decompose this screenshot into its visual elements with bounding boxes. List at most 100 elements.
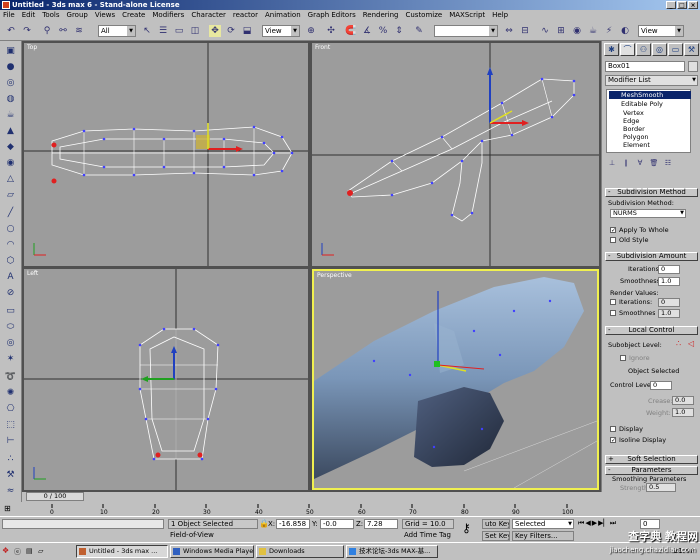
menu-animation[interactable]: Animation	[265, 10, 301, 21]
bind-space-warp-icon[interactable]: ≋	[72, 24, 86, 38]
apply-to-whole-checkbox[interactable]: ✓	[610, 227, 616, 234]
pin-stack-icon[interactable]: ⊥	[606, 157, 618, 169]
modify-tab-icon[interactable]: ⌒	[620, 43, 635, 56]
maximize-button[interactable]: □	[677, 1, 687, 9]
render-type-select[interactable]: View ▼	[638, 25, 684, 37]
modifier-list-select[interactable]: Modifier List ▼	[605, 75, 698, 86]
stack-item-meshsmooth[interactable]: MeshSmooth	[609, 91, 691, 99]
menu-help[interactable]: Help	[492, 10, 508, 21]
select-and-rotate-icon[interactable]: ⟳	[224, 24, 238, 38]
subdivision-method-select[interactable]: NURMS ▼	[610, 209, 686, 218]
stack-item-editable-poly[interactable]: Editable Poly	[609, 100, 663, 108]
time-slider[interactable]: 0 / 100	[26, 492, 84, 501]
rollout-local-control[interactable]: - Local Control	[605, 326, 698, 335]
render-scene-icon[interactable]: ☕	[586, 24, 600, 38]
key-filters-button[interactable]: Key Filters...	[512, 531, 574, 541]
quick-render-icon[interactable]: ⚡	[602, 24, 616, 38]
stack-item-border[interactable]: Border	[623, 125, 645, 133]
select-and-scale-icon[interactable]: ⬓	[240, 24, 254, 38]
unlink-icon[interactable]: ⚯	[56, 24, 70, 38]
mirror-icon[interactable]: ⇔	[502, 24, 516, 38]
helix-icon[interactable]: ➰	[3, 371, 18, 384]
menu-maxscript[interactable]: MAXScript	[449, 10, 485, 21]
particle-icon[interactable]: ∴	[3, 453, 18, 466]
star-icon[interactable]: ✶	[3, 353, 18, 366]
menu-reactor[interactable]: reactor	[233, 10, 258, 21]
dummy-icon[interactable]: ⬚	[3, 419, 18, 432]
select-by-name-icon[interactable]: ☰	[156, 24, 170, 38]
rollout-soft-selection[interactable]: + Soft Selection	[605, 455, 698, 464]
render-smoothness-checkbox[interactable]	[610, 310, 616, 316]
ngon-icon[interactable]: ⬡	[3, 255, 18, 268]
quick-launch-folder-icon[interactable]: ▱	[38, 547, 43, 555]
go-to-start-icon[interactable]: ⏮	[578, 519, 584, 529]
camera-icon[interactable]: ⎔	[3, 403, 18, 416]
box-icon[interactable]: ▣	[3, 45, 18, 58]
cylinder-icon[interactable]: ◎	[3, 77, 18, 90]
play-icon[interactable]: ▶	[592, 519, 597, 529]
selection-filter-select[interactable]: All ▼	[98, 25, 136, 37]
cone-icon[interactable]: ▲	[3, 125, 18, 138]
window-crossing-icon[interactable]: ◫	[188, 24, 202, 38]
remove-modifier-icon[interactable]: 🗑	[648, 157, 660, 169]
iterations-spinner[interactable]: 0	[658, 265, 680, 274]
strength-spinner[interactable]: 0.5	[646, 483, 676, 492]
schematic-view-icon[interactable]: ⊞	[554, 24, 568, 38]
set-key-filter-icon[interactable]: ⊞	[4, 504, 11, 513]
isoline-display-checkbox[interactable]: ✓	[610, 437, 616, 444]
show-end-result-icon[interactable]: ∥	[620, 157, 632, 169]
edge-level-icon[interactable]: ◁	[688, 340, 694, 348]
geosphere-icon[interactable]: ◆	[3, 141, 18, 154]
named-selection-icon[interactable]: ✎	[412, 24, 426, 38]
select-and-manipulate-icon[interactable]: ✣	[324, 24, 338, 38]
select-and-link-icon[interactable]: ⚲	[40, 24, 54, 38]
teapot-icon[interactable]: ☕	[3, 109, 18, 122]
menu-file[interactable]: File	[3, 10, 15, 21]
sphere-icon[interactable]: ●	[3, 61, 18, 74]
snap-toggle-icon[interactable]: 🧲	[344, 24, 358, 38]
render-smoothness-spinner[interactable]: 1.0	[658, 309, 680, 318]
pivot-center-icon[interactable]: ⊕	[304, 24, 318, 38]
control-level-spinner[interactable]: 0	[650, 381, 672, 390]
curve-editor-icon[interactable]: ∿	[538, 24, 552, 38]
motion-tab-icon[interactable]: ◎	[652, 43, 667, 56]
set-key-button[interactable]: Set Key	[482, 531, 510, 541]
next-frame-icon[interactable]: ▶▏	[598, 519, 609, 529]
torus-icon[interactable]: ◍	[3, 93, 18, 106]
app-icon[interactable]	[2, 1, 10, 9]
stack-item-polygon[interactable]: Polygon	[623, 133, 649, 141]
stack-item-edge[interactable]: Edge	[623, 117, 639, 125]
menu-create[interactable]: Create	[122, 10, 145, 21]
menu-character[interactable]: Character	[191, 10, 226, 21]
circle-icon[interactable]: ○	[3, 223, 18, 236]
task-media-player[interactable]: Windows Media Player	[170, 545, 254, 558]
smoothness-spinner[interactable]: 1.0	[658, 277, 680, 286]
rectangle-icon[interactable]: ▭	[3, 305, 18, 318]
reference-coordinate-select[interactable]: View ▼	[262, 25, 300, 37]
rectangular-selection-icon[interactable]: ▭	[172, 24, 186, 38]
select-and-move-icon[interactable]: ✥	[208, 24, 222, 38]
render-iterations-checkbox[interactable]	[610, 299, 616, 305]
stack-item-vertex[interactable]: Vertex	[623, 109, 644, 117]
quick-launch-desktop-icon[interactable]: ▤	[26, 547, 33, 555]
modifier-stack[interactable]: MeshSmooth Editable Poly Vertex Edge Bor…	[606, 89, 691, 153]
menu-customize[interactable]: Customize	[405, 10, 442, 21]
arc-icon[interactable]: ◠	[3, 239, 18, 252]
make-unique-icon[interactable]: ∀	[634, 157, 646, 169]
menu-tools[interactable]: Tools	[42, 10, 59, 21]
task-downloads[interactable]: Downloads	[256, 545, 344, 558]
old-style-checkbox[interactable]	[610, 237, 616, 243]
spinner-snap-icon[interactable]: ⇕	[392, 24, 406, 38]
viewport-perspective[interactable]: Perspective	[312, 269, 599, 490]
menu-rendering[interactable]: Rendering	[363, 10, 399, 21]
add-time-tag-button[interactable]: Add Time Tag	[402, 531, 454, 541]
render-iterations-spinner[interactable]: 0	[658, 298, 680, 307]
minimize-button[interactable]: _	[666, 1, 676, 9]
rollout-subdivision-method[interactable]: - Subdivision Method	[605, 188, 698, 197]
maxscript-listener-mini[interactable]	[2, 519, 164, 529]
quick-launch-ie-icon[interactable]: ⓔ	[14, 547, 21, 557]
go-to-end-icon[interactable]: ⏭	[610, 519, 616, 529]
omni-light-icon[interactable]: ✺	[3, 387, 18, 400]
angle-snap-icon[interactable]: ∡	[360, 24, 374, 38]
menu-modifiers[interactable]: Modifiers	[152, 10, 184, 21]
